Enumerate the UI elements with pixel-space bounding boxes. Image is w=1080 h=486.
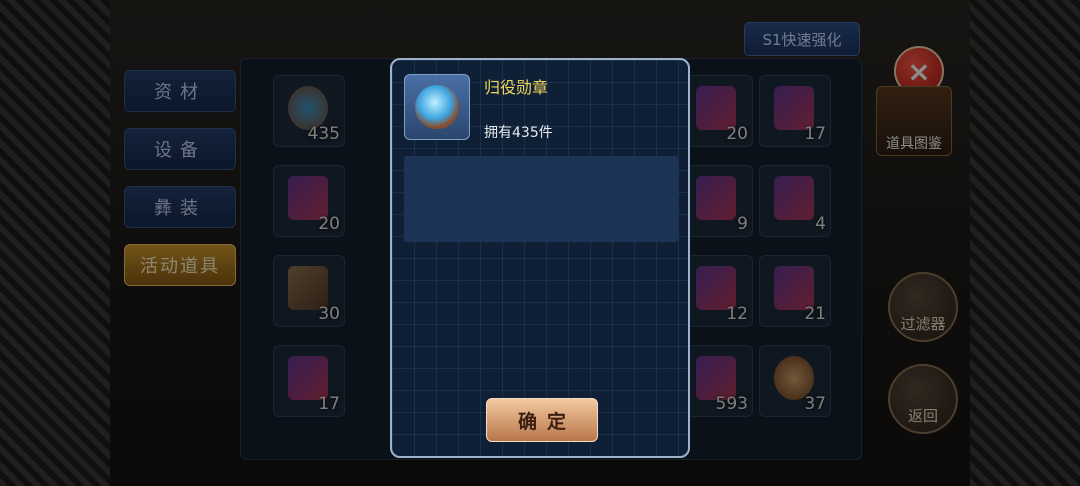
- item-icon-frame: [404, 74, 470, 140]
- item-detail-dialog: 归役勋章 拥有435件 确定: [390, 58, 690, 458]
- item-owned-count: 拥有435件: [484, 125, 553, 141]
- item-description-box: [404, 156, 678, 242]
- confirm-button[interactable]: 确定: [486, 398, 598, 442]
- medal-icon: [415, 85, 459, 129]
- item-name: 归役勋章: [484, 78, 549, 97]
